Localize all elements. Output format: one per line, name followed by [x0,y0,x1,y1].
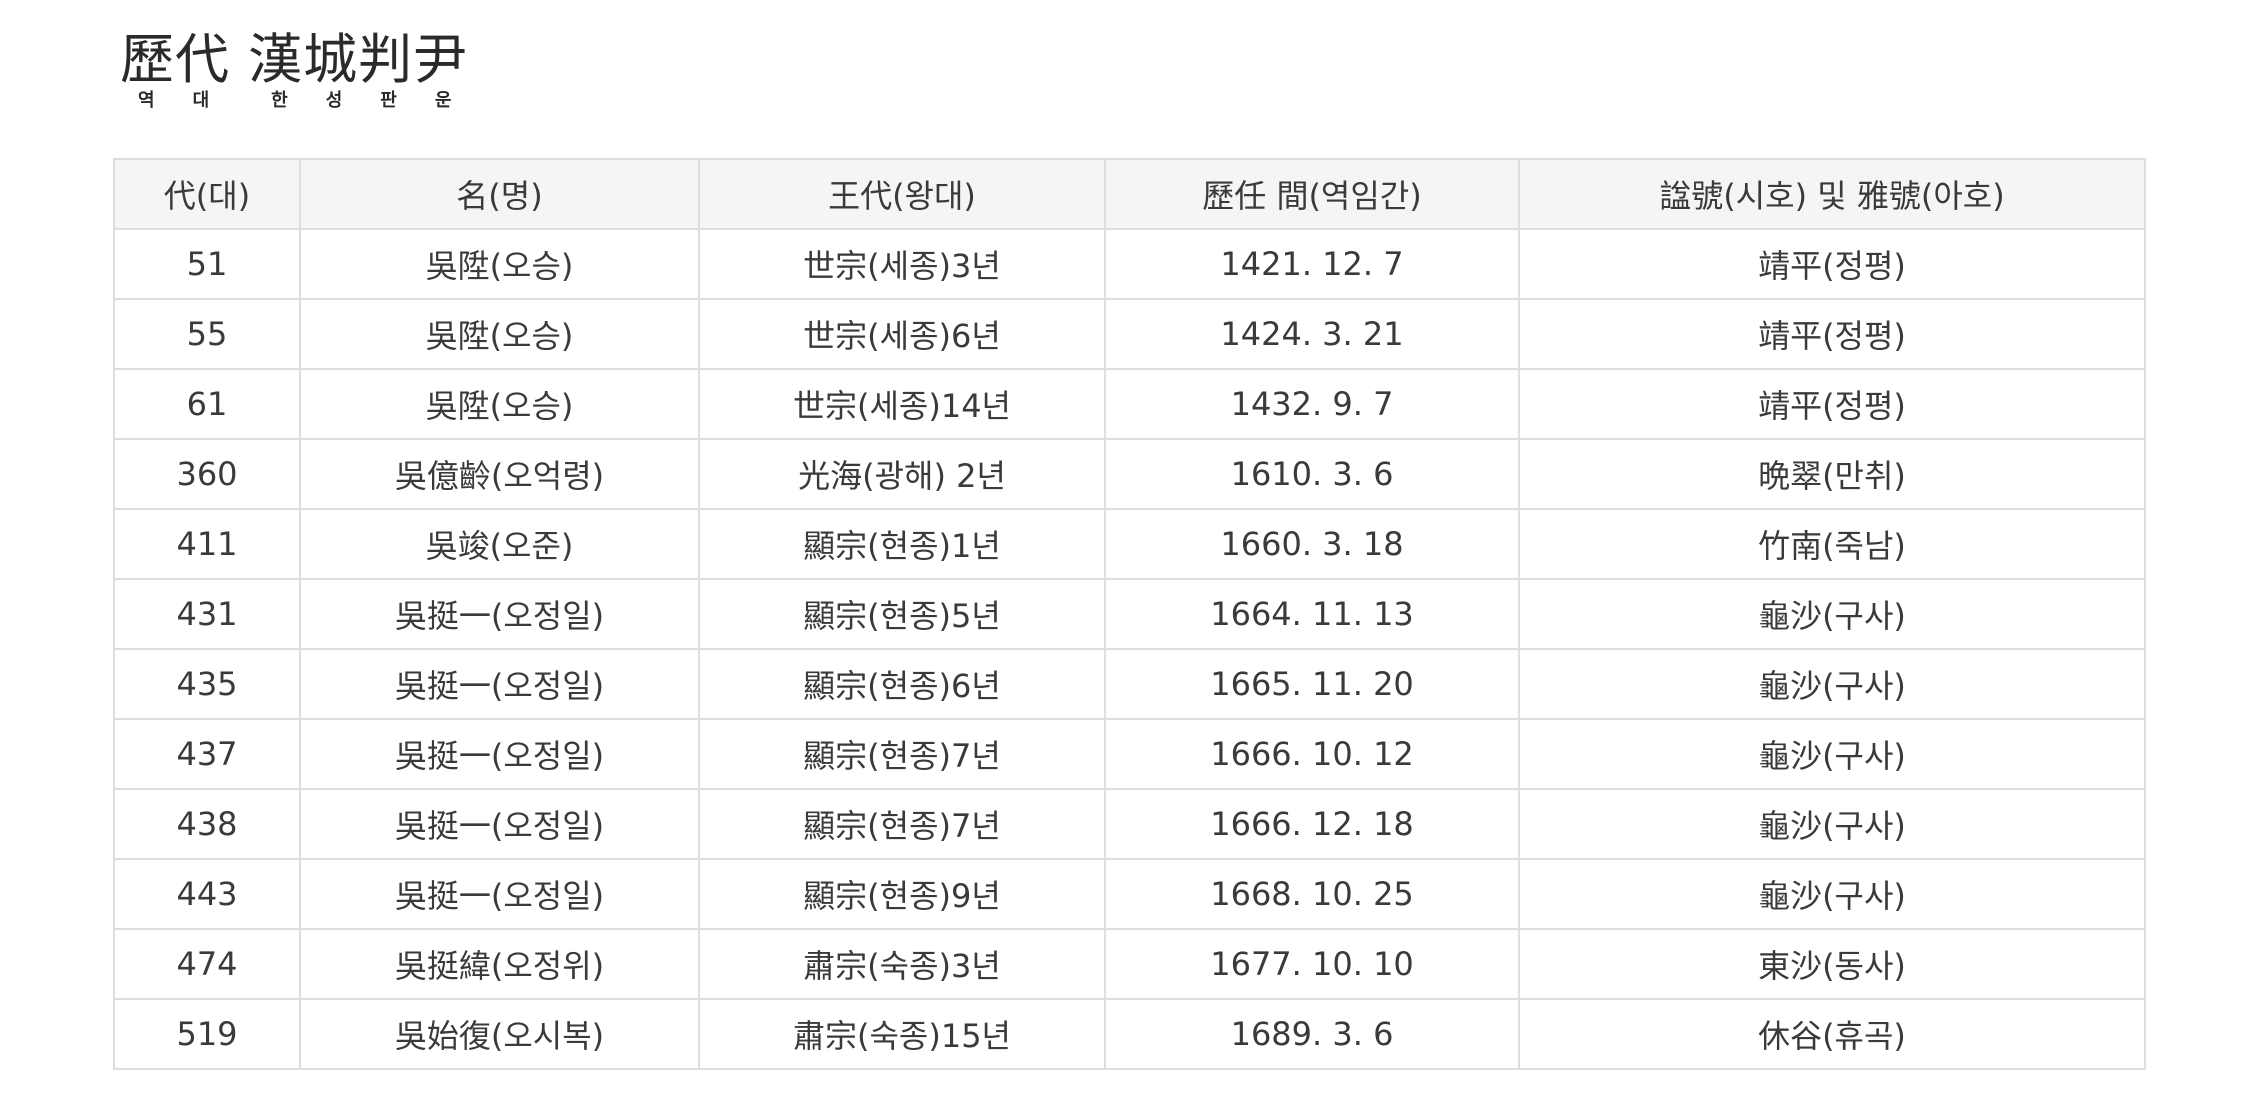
cell-name: 吳陞(오승) [299,228,700,300]
table-row: 519 吳始復(오시복) 肅宗(숙종)15년 1689. 3. 6 休谷(휴곡) [113,998,2146,1070]
cell-term: 1660. 3. 18 [1104,508,1520,580]
cell-generation: 411 [113,508,301,580]
cell-name: 吳陞(오승) [299,298,700,370]
page-logo: 歷代 漢城判尹 역 대 한 성 판 운 [120,30,480,112]
cell-posthumous-pen-name: 靖平(정평) [1518,298,2146,370]
cell-generation: 51 [113,228,301,300]
cell-term: 1666. 10. 12 [1104,718,1520,790]
cell-posthumous-pen-name: 竹南(죽남) [1518,508,2146,580]
table-header-row: 代(대) 名(명) 王代(왕대) 歷任 間(역임간) 諡號(시호) 및 雅號(아… [113,158,2146,230]
table-row: 51 吳陞(오승) 世宗(세종)3년 1421. 12. 7 靖平(정평) [113,228,2146,300]
table-row: 61 吳陞(오승) 世宗(세종)14년 1432. 9. 7 靖平(정평) [113,368,2146,440]
cell-posthumous-pen-name: 靖平(정평) [1518,228,2146,300]
logo-hangul-char: 대 [192,90,210,111]
table-row: 360 吳億齡(오억령) 光海(광해) 2년 1610. 3. 6 晩翠(만취) [113,438,2146,510]
cell-posthumous-pen-name: 東沙(동사) [1518,928,2146,1000]
cell-posthumous-pen-name: 龜沙(구사) [1518,648,2146,720]
cell-posthumous-pen-name: 龜沙(구사) [1518,578,2146,650]
table-row: 431 吳挺一(오정일) 顯宗(현종)5년 1664. 11. 13 龜沙(구사) [113,578,2146,650]
cell-term: 1610. 3. 6 [1104,438,1520,510]
table-row: 437 吳挺一(오정일) 顯宗(현종)7년 1666. 10. 12 龜沙(구사) [113,718,2146,790]
cell-reign: 顯宗(현종)5년 [698,578,1106,650]
table-row: 438 吳挺一(오정일) 顯宗(현종)7년 1666. 12. 18 龜沙(구사) [113,788,2146,860]
table-body: 51 吳陞(오승) 世宗(세종)3년 1421. 12. 7 靖平(정평) 55 吳陞(오승… [113,228,2146,1070]
cell-name: 吳始復(오시복) [299,998,700,1070]
cell-reign: 顯宗(현종)7년 [698,718,1106,790]
cell-name: 吳億齡(오억령) [299,438,700,510]
cell-reign: 顯宗(현종)9년 [698,858,1106,930]
table-row: 55 吳陞(오승) 世宗(세종)6년 1424. 3. 21 靖平(정평) [113,298,2146,370]
cell-generation: 519 [113,998,301,1070]
cell-term: 1665. 11. 20 [1104,648,1520,720]
header-posthumous-pen-name: 諡號(시호) 및 雅號(아호) [1518,158,2146,230]
header-generation: 代(대) [113,158,301,230]
table-row: 435 吳挺一(오정일) 顯宗(현종)6년 1665. 11. 20 龜沙(구사) [113,648,2146,720]
cell-generation: 443 [113,858,301,930]
cell-name: 吳挺一(오정일) [299,578,700,650]
logo-hangul-char: 운 [434,90,452,111]
cell-name: 吳挺緯(오정위) [299,928,700,1000]
cell-term: 1664. 11. 13 [1104,578,1520,650]
cell-posthumous-pen-name: 晩翠(만취) [1518,438,2146,510]
cell-name: 吳挺一(오정일) [299,648,700,720]
header-name: 名(명) [299,158,700,230]
cell-posthumous-pen-name: 休谷(휴곡) [1518,998,2146,1070]
cell-term: 1421. 12. 7 [1104,228,1520,300]
cell-posthumous-pen-name: 龜沙(구사) [1518,718,2146,790]
header-term: 歷任 間(역임간) [1104,158,1520,230]
cell-generation: 61 [113,368,301,440]
cell-generation: 360 [113,438,301,510]
cell-generation: 55 [113,298,301,370]
logo-hangul-subtitle: 역 대 한 성 판 운 [120,90,480,112]
cell-term: 1677. 10. 10 [1104,928,1520,1000]
logo-hanja-title: 歷代 漢城判尹 [120,28,469,91]
cell-reign: 肅宗(숙종)15년 [698,998,1106,1070]
cell-generation: 431 [113,578,301,650]
cell-term: 1424. 3. 21 [1104,298,1520,370]
cell-term: 1432. 9. 7 [1104,368,1520,440]
cell-name: 吳挺一(오정일) [299,718,700,790]
header-reign: 王代(왕대) [698,158,1106,230]
cell-term: 1668. 10. 25 [1104,858,1520,930]
cell-posthumous-pen-name: 龜沙(구사) [1518,788,2146,860]
cell-term: 1689. 3. 6 [1104,998,1520,1070]
logo-hangul-char: 한 [271,90,288,111]
table-row: 411 吳竣(오준) 顯宗(현종)1년 1660. 3. 18 竹南(죽남) [113,508,2146,580]
cell-name: 吳挺一(오정일) [299,858,700,930]
cell-name: 吳竣(오준) [299,508,700,580]
cell-reign: 世宗(세종)14년 [698,368,1106,440]
cell-generation: 435 [113,648,301,720]
cell-generation: 437 [113,718,301,790]
cell-posthumous-pen-name: 靖平(정평) [1518,368,2146,440]
cell-generation: 438 [113,788,301,860]
cell-reign: 肅宗(숙종)3년 [698,928,1106,1000]
cell-reign: 世宗(세종)6년 [698,298,1106,370]
cell-posthumous-pen-name: 龜沙(구사) [1518,858,2146,930]
logo-hangul-char: 역 [138,90,155,111]
table-row: 474 吳挺緯(오정위) 肅宗(숙종)3년 1677. 10. 10 東沙(동사) [113,928,2146,1000]
cell-name: 吳陞(오승) [299,368,700,440]
cell-reign: 顯宗(현종)1년 [698,508,1106,580]
logo-hangul-char: 성 [325,90,343,111]
logo-hangul-char: 판 [380,90,397,111]
cell-reign: 光海(광해) 2년 [698,438,1106,510]
table-row: 443 吳挺一(오정일) 顯宗(현종)9년 1668. 10. 25 龜沙(구사) [113,858,2146,930]
cell-generation: 474 [113,928,301,1000]
cell-reign: 顯宗(현종)6년 [698,648,1106,720]
cell-name: 吳挺一(오정일) [299,788,700,860]
cell-reign: 世宗(세종)3년 [698,228,1106,300]
cell-reign: 顯宗(현종)7년 [698,788,1106,860]
mayor-roster-table: 代(대) 名(명) 王代(왕대) 歷任 間(역임간) 諡號(시호) 및 雅號(아… [113,158,2146,1070]
cell-term: 1666. 12. 18 [1104,788,1520,860]
